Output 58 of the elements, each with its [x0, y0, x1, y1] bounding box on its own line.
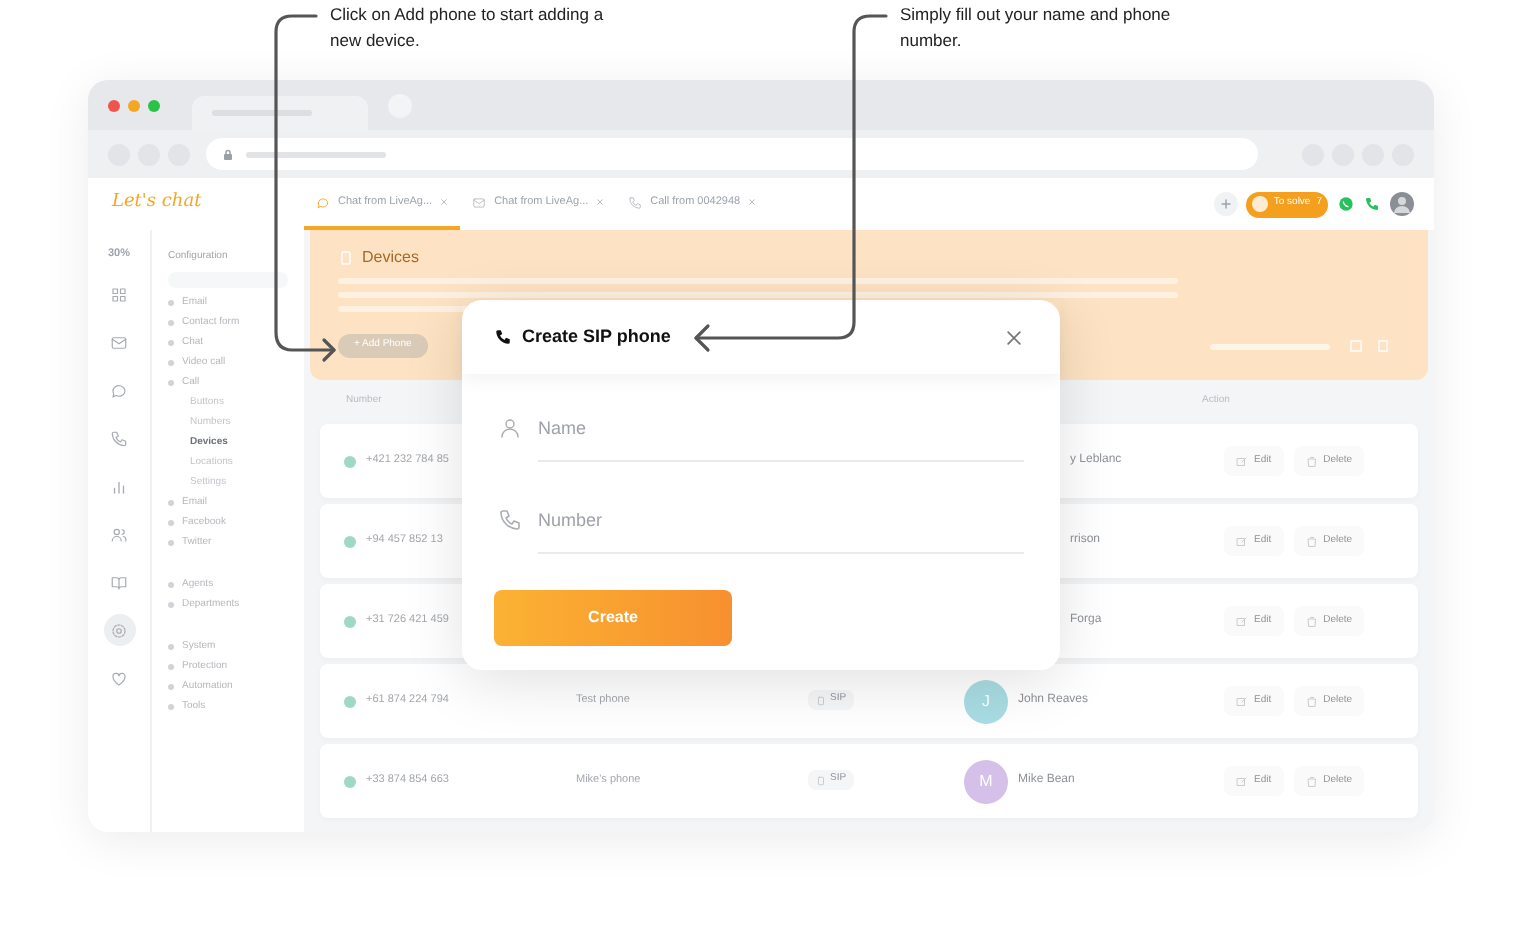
close-icon	[440, 198, 449, 206]
bullet-icon	[168, 379, 174, 385]
modal-title: Create SIP phone	[522, 323, 671, 350]
trash-icon	[1305, 615, 1318, 627]
bullet-icon	[168, 499, 174, 505]
bullet-icon	[168, 539, 174, 545]
edit-icon	[1236, 455, 1248, 467]
whatsapp-icon[interactable]	[1338, 196, 1354, 212]
annotation-text: Click on Add phone to start adding a new device.	[330, 2, 606, 54]
gear-icon	[110, 621, 128, 640]
envelope-icon	[472, 195, 487, 209]
envelope-icon	[110, 333, 128, 352]
lock-icon	[222, 147, 234, 161]
bullet-icon	[168, 663, 174, 669]
bullet-icon	[168, 643, 174, 649]
chat-bubble-icon	[316, 195, 330, 209]
avatar: J	[964, 679, 1008, 723]
bullet-icon	[168, 359, 174, 365]
bar-chart-icon	[110, 477, 128, 496]
sidebar-button[interactable]	[103, 614, 135, 647]
address-bar[interactable]	[206, 138, 1258, 170]
annotation-text: Simply fill out your name and phone number.	[900, 2, 1173, 54]
edit-icon	[1236, 535, 1248, 547]
search-field[interactable]	[168, 271, 288, 287]
people-icon	[110, 525, 128, 544]
browser-tab[interactable]	[192, 96, 368, 130]
trash-icon	[1305, 695, 1318, 707]
grid-icon	[110, 285, 128, 304]
edit-icon	[1236, 775, 1248, 787]
close-icon[interactable]	[1004, 327, 1024, 347]
trash-icon	[1305, 535, 1318, 547]
logo: Let's chat	[109, 190, 204, 217]
close-icon	[596, 198, 605, 206]
edit-icon	[1236, 695, 1248, 707]
trash-icon	[1305, 775, 1318, 787]
avatar: M	[964, 759, 1008, 803]
bullet-icon	[168, 319, 174, 325]
book-icon	[110, 573, 128, 592]
bullet-icon	[168, 339, 174, 345]
edit-icon	[1236, 615, 1248, 627]
bullet-icon	[168, 581, 174, 587]
bullet-icon	[168, 299, 174, 305]
plus-icon	[1219, 198, 1232, 210]
add-button[interactable]	[1213, 192, 1238, 216]
bullet-icon	[168, 601, 174, 607]
bullet-icon	[168, 519, 174, 525]
input-field[interactable]: Name	[538, 394, 1024, 462]
avatar-icon[interactable]	[1390, 192, 1414, 216]
bullet-icon	[168, 703, 174, 709]
close-icon	[748, 198, 757, 206]
bullet-icon	[168, 683, 174, 689]
create-button[interactable]: Create	[494, 590, 732, 646]
page-title: Devices	[362, 246, 419, 270]
person-icon	[498, 416, 522, 440]
input-field[interactable]: Number	[538, 486, 1024, 554]
trash-icon	[1305, 455, 1318, 467]
chat-bubble-icon	[110, 381, 128, 400]
heart-icon	[110, 669, 128, 688]
